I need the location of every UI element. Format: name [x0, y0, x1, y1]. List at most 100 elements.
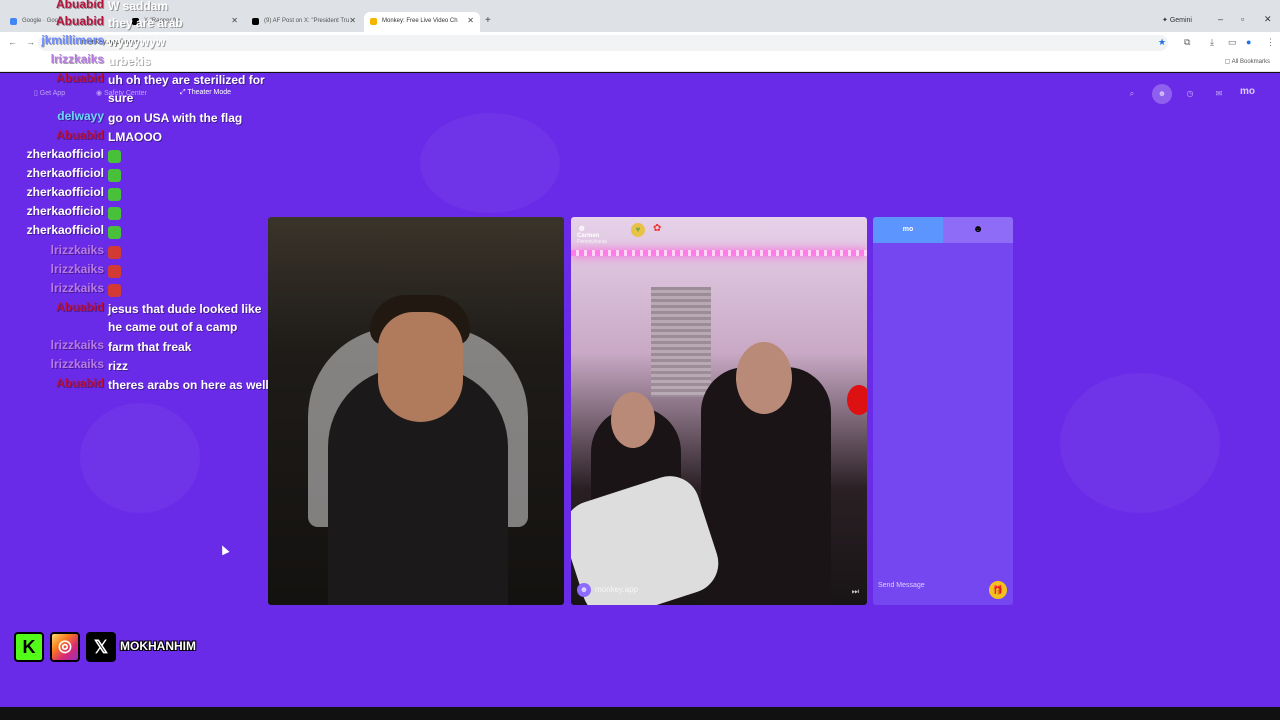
extensions-icon[interactable]: ⧉ [1184, 37, 1190, 48]
chat-username: lrizzkaiks [50, 357, 104, 371]
chat-line: jkmillimers wywywyw [0, 33, 262, 51]
skip-icon[interactable]: ⏭ [852, 587, 859, 597]
chat-panel: mo ☻ Send Message 🎁 [873, 217, 1013, 605]
chat-username: zherkaofficiol [26, 204, 104, 218]
tab-partner-avatar-icon[interactable]: ☻ [943, 217, 1013, 243]
chat-line: lrizzkaiks rizz [0, 357, 262, 375]
chat-message: jesus that dude looked like he came out o… [108, 300, 261, 336]
chat-message-text: wywywyw [108, 35, 166, 49]
chat-username: Abuabid [56, 71, 104, 85]
chat-line: lrizzkaiks [0, 262, 262, 280]
chat-line: Abuabid uh oh they are sterilized for sure [0, 71, 265, 109]
chat-message-text: theres arabs on here as well [108, 378, 269, 392]
x-logo-icon: 𝕏 [86, 632, 116, 662]
browser-tab-active[interactable]: Monkey: Free Live Video Ch ✕ [364, 12, 480, 32]
green-emote-icon [108, 226, 121, 240]
chat-tabs: mo ☻ [873, 217, 1013, 243]
search-icon[interactable]: ⌕ [1125, 87, 1139, 101]
face [611, 392, 655, 448]
chat-message [108, 281, 121, 299]
minimize-icon[interactable]: – [1218, 14, 1223, 24]
green-emote-icon [108, 169, 121, 183]
chat-username: Abuabid [56, 14, 104, 28]
heart-icon[interactable]: ♥ [631, 223, 645, 237]
streamer-handle: MOKHANHIM [120, 639, 196, 653]
chat-message [108, 223, 121, 241]
new-tab-icon[interactable]: + [485, 15, 491, 26]
chat-username: delwayy [57, 109, 104, 123]
menu-kebab-icon[interactable]: ⋮ [1266, 37, 1275, 48]
close-tab-icon[interactable]: ✕ [349, 16, 356, 25]
red-emote-icon [108, 265, 121, 279]
chat-line: zherkaofficiol [0, 166, 262, 184]
rose-icon[interactable]: ✿ [653, 223, 661, 234]
chat-message-text: urbekis [108, 54, 151, 68]
chat-message: uh oh they are sterilized for sure [108, 71, 265, 107]
chat-username: lrizzkaiks [50, 262, 104, 276]
chat-line: Abuabid they are arab [0, 14, 262, 32]
chat-username: lrizzkaiks [50, 338, 104, 352]
window-blind [651, 287, 711, 397]
background-blob [80, 403, 200, 513]
chat-line: lrizzkaiks farm that freak [0, 338, 262, 356]
chat-message-text: uh oh they are sterilized for [108, 73, 265, 87]
chat-message: farm that freak [108, 338, 191, 356]
green-emote-icon [108, 150, 121, 164]
chat-username: Abuabid [56, 376, 104, 390]
chat-message: theres arabs on here as well [108, 376, 269, 394]
bookmark-star-icon[interactable]: ★ [1158, 37, 1166, 48]
chat-line: lrizzkaiks [0, 243, 262, 261]
chat-username: Abuabid [56, 128, 104, 142]
monkey-favicon-icon [370, 18, 377, 25]
user-avatar-icon: ☻ [577, 223, 587, 233]
tab-mo[interactable]: mo [873, 217, 943, 243]
chat-line: Abuabid theres arabs on here as well [0, 376, 269, 394]
green-emote-icon [108, 207, 121, 221]
chat-message [108, 204, 121, 222]
download-icon[interactable]: ⤓ [1210, 37, 1214, 48]
all-bookmarks-button[interactable]: ▢ All Bookmarks [1225, 58, 1270, 65]
chat-username: lrizzkaiks [50, 243, 104, 257]
chat-line: zherkaofficiol [0, 204, 262, 222]
red-emote-icon [108, 246, 121, 260]
browser-tab-3[interactable]: (9) AF Post on X: "President Tru ✕ [246, 12, 362, 32]
chat-username: Abuabid [56, 300, 104, 314]
cast-icon[interactable]: ▭ [1228, 37, 1237, 48]
chat-line: Abuabid LMAOOO [0, 128, 262, 146]
profile-button[interactable]: mo [1240, 86, 1255, 97]
chat-username: lrizzkaiks [50, 52, 104, 66]
chat-message: go on USA with the flag [108, 109, 242, 127]
monkey-avatar-icon[interactable]: ☻ [1152, 84, 1172, 104]
chat-line: lrizzkaiks urbekis [0, 52, 262, 70]
chat-message-text: he came out of a camp [108, 320, 238, 334]
kick-icon: K [14, 632, 44, 662]
chat-username: jkmillimers [41, 33, 104, 47]
chat-message [108, 147, 121, 165]
chat-username: zherkaofficiol [26, 223, 104, 237]
chat-message-text: jesus that dude looked like [108, 302, 262, 316]
chat-line: zherkaofficiol [0, 185, 262, 203]
chat-message: wywywyw [108, 33, 165, 51]
background-blob [420, 113, 560, 213]
close-tab-icon[interactable]: ✕ [467, 16, 474, 25]
chat-message-text: LMAOOO [108, 130, 162, 144]
instagram-icon: ◎ [50, 632, 80, 662]
chat-message-text: sure [108, 91, 134, 105]
restore-icon[interactable]: ▫ [1241, 14, 1244, 24]
history-icon[interactable]: ◷ [1183, 87, 1197, 101]
chat-message-text: farm that freak [108, 340, 192, 354]
profile-avatar-icon[interactable]: ● [1246, 37, 1251, 47]
chat-line: Abuabid jesus that dude looked like he cam… [0, 300, 262, 338]
chat-line: delwayy go on USA with the flag [0, 109, 262, 127]
message-input[interactable]: Send Message [878, 582, 925, 589]
chat-line: zherkaofficiol [0, 147, 262, 165]
close-window-icon[interactable]: ✕ [1264, 14, 1272, 25]
gemini-button[interactable]: ✦ Gemini [1162, 16, 1192, 24]
background-blob [1060, 373, 1220, 513]
remote-video-feed: ☻ Carmen Pennsylvania ♥ ✿ ☻ monkey.app ⏭ [571, 217, 867, 605]
chat-message [108, 243, 121, 261]
chat-icon[interactable]: ✉ [1212, 87, 1226, 101]
chat-line: zherkaofficiol [0, 223, 262, 241]
chat-message: rizz [108, 357, 128, 375]
gift-icon[interactable]: 🎁 [989, 581, 1007, 599]
